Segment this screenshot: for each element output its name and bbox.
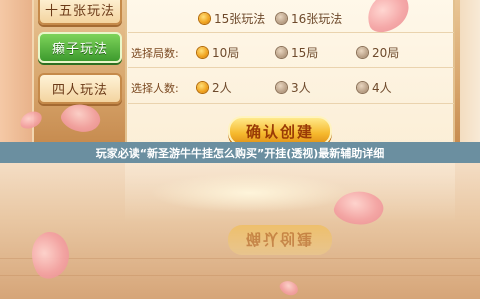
button-reflection: 确认创建 — [228, 225, 332, 255]
option-20-rounds[interactable]: 20局 — [357, 44, 399, 61]
floor-line — [0, 258, 480, 259]
radio-selected-icon — [197, 82, 208, 93]
option-label: 15张玩法 — [214, 12, 266, 26]
page-title: 玩家必读“新圣游牛牛挂怎么购买”开挂(透视)最新辅助详细 — [0, 142, 480, 163]
tab-four-players[interactable]: 四人玩法 — [38, 73, 122, 104]
reflection-scene: 确认创建 — [0, 163, 480, 299]
option-3-players[interactable]: 3人 — [276, 79, 311, 96]
radio-selected-icon — [199, 13, 210, 24]
rounds-label: 选择局数: — [131, 47, 179, 60]
radio-unselected-icon — [357, 47, 368, 58]
radio-unselected-icon — [357, 82, 368, 93]
option-16-cards[interactable]: 16张玩法 — [276, 10, 342, 27]
floor-line — [0, 275, 480, 276]
option-label: 3人 — [291, 81, 311, 95]
row-divider — [128, 32, 454, 33]
option-label: 15局 — [291, 46, 319, 60]
option-15-rounds[interactable]: 15局 — [276, 44, 318, 61]
row-divider — [128, 67, 454, 68]
radio-unselected-icon — [276, 13, 287, 24]
option-10-rounds[interactable]: 10局 — [197, 44, 239, 61]
players-label: 选择人数: — [131, 82, 179, 95]
option-15-cards[interactable]: 15张玩法 — [199, 10, 265, 27]
option-label: 4人 — [372, 81, 392, 95]
option-label: 20局 — [372, 46, 400, 60]
option-2-players[interactable]: 2人 — [197, 79, 232, 96]
radio-selected-icon — [197, 47, 208, 58]
row-divider — [128, 103, 454, 104]
tab-fifteen-cards[interactable]: 十五张玩法 — [38, 0, 122, 25]
option-label: 16张玩法 — [291, 12, 343, 26]
option-label: 10局 — [212, 46, 240, 60]
tab-wildcard[interactable]: 癞子玩法 — [38, 32, 122, 63]
radio-unselected-icon — [276, 47, 287, 58]
right-decor — [460, 0, 480, 142]
radio-unselected-icon — [276, 82, 287, 93]
game-scene: 15张玩法 16张玩法 选择局数: 10局 15局 20局 选择人数: 2人 3… — [0, 0, 480, 142]
confirm-create-button[interactable]: 确认创建 — [228, 116, 332, 142]
option-label: 2人 — [212, 81, 232, 95]
light-glow — [150, 173, 350, 213]
petal-decoration — [277, 276, 301, 299]
option-4-players[interactable]: 4人 — [357, 79, 392, 96]
